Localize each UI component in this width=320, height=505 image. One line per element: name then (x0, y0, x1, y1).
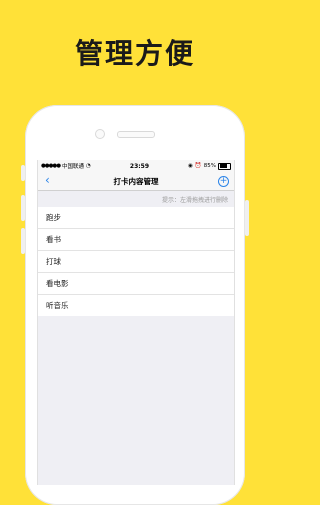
status-bar: ●●●●● 中国联通 ◔ 23:59 ◉ ⏰ 85% (38, 160, 234, 172)
list-item[interactable]: 跑步 (38, 207, 234, 229)
front-camera-icon (95, 129, 105, 139)
chevron-left-icon[interactable]: ‹ (45, 173, 50, 187)
signal-icon: ●●●●● (41, 163, 61, 169)
location-icon: ◉ (188, 163, 193, 169)
plus-circle-icon[interactable]: + (218, 176, 229, 187)
wifi-icon: ◔ (86, 163, 91, 169)
list-item[interactable]: 看电影 (38, 273, 234, 295)
navigation-bar: ‹ 打卡内容管理 + (38, 172, 234, 191)
list-item[interactable]: 听音乐 (38, 295, 234, 316)
promo-headline: 管理方便 (74, 37, 195, 70)
phone-power-button (245, 200, 249, 236)
list-item[interactable]: 看书 (38, 229, 234, 251)
phone-screen: ●●●●● 中国联通 ◔ 23:59 ◉ ⏰ 85% ‹ 打卡内容管理 + 提示… (37, 160, 235, 485)
checkin-item-list: 跑步 看书 打球 看电影 听音乐 (38, 207, 234, 316)
earpiece-speaker (117, 131, 155, 138)
hint-text: 提示：左滑拖拽进行删除 (161, 196, 228, 204)
battery-percent: 85% (203, 163, 216, 169)
carrier-label: 中国联通 (62, 164, 85, 170)
alarm-icon: ⏰ (194, 163, 202, 169)
battery-icon (218, 162, 231, 170)
status-time: 23:59 (129, 162, 150, 170)
page-title: 打卡内容管理 (113, 176, 159, 186)
list-item[interactable]: 打球 (38, 251, 234, 273)
